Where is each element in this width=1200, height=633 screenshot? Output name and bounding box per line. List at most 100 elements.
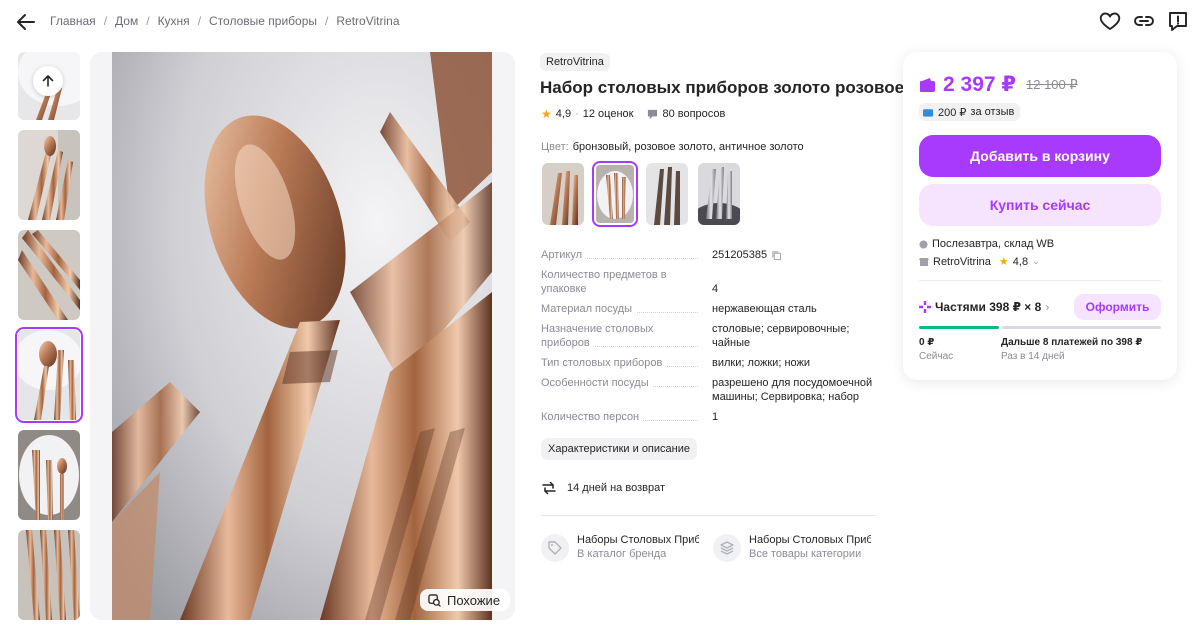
link-subtitle: Все товары категории xyxy=(749,548,862,560)
spec-row: Количество персон 1 xyxy=(541,410,876,424)
color-label: Цвет: бронзовый, розовое золото, античное… xyxy=(541,141,804,153)
breadcrumb-item[interactable]: Столовые приборы xyxy=(209,14,317,28)
questions-icon xyxy=(648,109,658,119)
return-policy: 14 дней на возврат xyxy=(541,480,665,496)
star-icon: ★ xyxy=(998,256,1009,268)
characteristics-button[interactable]: Характеристики и описание xyxy=(541,438,697,460)
spec-row: Количество предметов в упаковке 4 xyxy=(541,268,876,296)
category-links: Наборы Столовых Приборов В каталог бренда… xyxy=(541,534,873,562)
product-title: Набор столовых приборов золото розовое xyxy=(540,78,905,97)
delivery-info: Послезавтра, склад WB xyxy=(919,238,1054,250)
spec-key: Особенности посуды xyxy=(541,377,653,389)
color-option-1[interactable] xyxy=(542,163,584,225)
seller-rating: 4,8 xyxy=(1012,255,1029,268)
review-bonus[interactable]: 200 ₽ за отзыв xyxy=(919,103,1021,121)
spec-key: Артикул xyxy=(541,249,587,261)
similar-icon xyxy=(428,593,441,607)
report-icon[interactable] xyxy=(1166,9,1190,33)
thumbnail-list xyxy=(15,52,83,630)
spec-value: вилки; ложки; ножи xyxy=(712,357,811,369)
thumbnail-4[interactable] xyxy=(15,327,83,423)
installments[interactable]: Частями 398 ₽ × 8 › xyxy=(919,300,1049,314)
spec-value: столовые; сервировочные; чайные xyxy=(712,323,850,349)
thumbnail-5[interactable] xyxy=(18,430,80,520)
top-actions xyxy=(1098,9,1190,33)
brand-chip[interactable]: RetroVitrina xyxy=(540,53,610,71)
category-catalog-link[interactable]: Наборы Столовых Приборов Все товары катег… xyxy=(713,534,873,562)
spec-value: 251205385 xyxy=(712,248,877,262)
store-icon xyxy=(919,257,929,266)
reviews-count[interactable]: 12 оценок xyxy=(583,108,634,120)
spec-row: Особенности посуды разрешено для посудом… xyxy=(541,376,876,404)
color-options xyxy=(542,161,740,227)
thumbnail-2[interactable] xyxy=(18,130,80,220)
pay-later-amount: Дальше 8 платежей по 398 ₽ xyxy=(1001,337,1143,348)
spec-row: Тип столовых приборов вилки; ложки; ножи xyxy=(541,356,876,370)
color-option-2-selected[interactable] xyxy=(592,161,638,227)
spec-row: Назначение столовых приборов столовые; с… xyxy=(541,322,876,350)
old-price: 12 100 ₽ xyxy=(1026,76,1078,92)
spec-value: 4 xyxy=(712,283,719,295)
divider xyxy=(541,515,876,516)
return-text: 14 дней на возврат xyxy=(567,482,665,494)
chevron-down-icon[interactable]: ⌄ xyxy=(1032,256,1040,267)
star-icon: ★ xyxy=(541,107,552,121)
order-installments-button[interactable]: Оформить xyxy=(1074,294,1161,320)
color-value: бронзовый, розовое золото, античное золо… xyxy=(572,141,804,153)
review-bonus-text: за отзыв xyxy=(970,106,1015,118)
specs-table: Артикул 251205385 Количество предметов в… xyxy=(541,248,876,430)
spec-key: Материал посуды xyxy=(541,303,637,315)
rating-value[interactable]: 4,9 xyxy=(556,108,571,120)
pay-later: Дальше 8 платежей по 398 ₽ Раз в 14 дней xyxy=(1001,337,1142,362)
main-product-image[interactable] xyxy=(90,52,515,620)
layers-icon xyxy=(713,534,741,562)
installments-text: Частями 398 ₽ × 8 xyxy=(935,300,1042,314)
price-row: 2 397 ₽ 12 100 ₽ xyxy=(919,72,1078,97)
wallet-icon xyxy=(920,77,935,92)
copy-icon[interactable] xyxy=(771,250,782,261)
price: 2 397 ₽ xyxy=(943,73,1016,96)
pay-now: 0 ₽ Сейчас xyxy=(919,337,953,362)
add-to-cart-button[interactable]: Добавить в корзину xyxy=(919,135,1161,177)
spec-row: Материал посуды нержавеющая сталь xyxy=(541,302,876,316)
color-option-4[interactable] xyxy=(698,163,740,225)
spec-key: Тип столовых приборов xyxy=(541,357,667,369)
scroll-up-icon[interactable] xyxy=(33,66,63,96)
seller-info: RetroVitrina ★ 4,8 ⌄ xyxy=(919,255,1040,268)
color-key: Цвет: xyxy=(541,141,569,153)
chevron-right-icon: › xyxy=(1045,300,1050,314)
heart-icon[interactable] xyxy=(1098,9,1122,33)
return-arrows-icon xyxy=(542,481,556,495)
link-title: Наборы Столовых Приборов xyxy=(749,534,871,546)
breadcrumb-item[interactable]: Дом xyxy=(115,14,138,28)
wallet-small-icon xyxy=(923,109,934,117)
pay-later-label: Раз в 14 дней xyxy=(1001,351,1065,362)
brand-catalog-link[interactable]: Наборы Столовых Приборов В каталог бренда xyxy=(541,534,701,562)
thumbnail-6[interactable] xyxy=(18,530,80,620)
pay-now-label: Сейчас xyxy=(919,351,954,362)
breadcrumb-item[interactable]: RetroVitrina xyxy=(336,14,399,28)
color-option-3[interactable] xyxy=(646,163,688,225)
buy-now-button[interactable]: Купить сейчас xyxy=(919,184,1161,226)
rating-row: ★ 4,9 · 12 оценок 80 вопросов xyxy=(541,107,726,121)
installment-progress xyxy=(919,326,1161,329)
spec-key: Количество персон xyxy=(541,411,644,423)
pin-icon xyxy=(919,239,928,249)
link-title: Наборы Столовых Приборов xyxy=(577,534,699,546)
back-arrow-icon[interactable] xyxy=(14,10,38,34)
link-icon[interactable] xyxy=(1132,9,1156,33)
breadcrumb-item[interactable]: Кухня xyxy=(158,14,190,28)
breadcrumb-item[interactable]: Главная xyxy=(50,14,96,28)
thumbnail-3[interactable] xyxy=(18,230,80,320)
delivery-text[interactable]: Послезавтра, склад WB xyxy=(932,238,1054,250)
divider xyxy=(919,280,1161,281)
link-subtitle: В каталог бренда xyxy=(577,548,667,560)
pay-now-amount: 0 ₽ xyxy=(919,337,935,348)
seller-name[interactable]: RetroVitrina xyxy=(933,256,991,268)
tag-icon xyxy=(541,534,569,562)
questions-count[interactable]: 80 вопросов xyxy=(662,108,725,120)
spec-key: Количество предметов в упаковке xyxy=(541,269,667,295)
similar-label: Похожие xyxy=(447,592,501,608)
thumbnail-1[interactable] xyxy=(18,52,80,120)
similar-button[interactable]: Похожие xyxy=(420,589,511,611)
